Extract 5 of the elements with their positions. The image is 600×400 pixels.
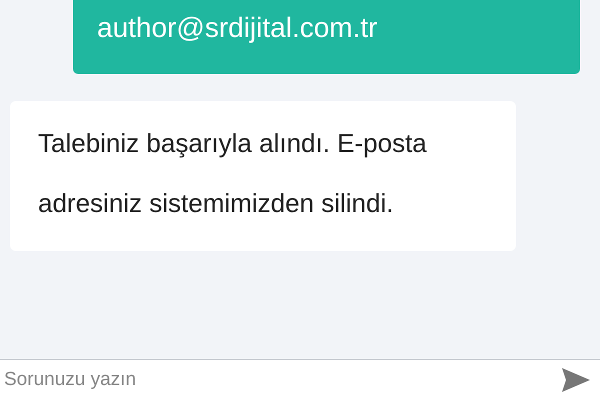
send-icon bbox=[560, 366, 592, 394]
message-input[interactable]: Sorunuzu yazın bbox=[0, 360, 556, 400]
send-button[interactable] bbox=[556, 360, 600, 400]
user-message: author@srdijital.com.tr bbox=[73, 0, 580, 74]
bot-message: Talebiniz başarıyla alındı. E-posta adresiniz sistemimizden silindi. bbox=[10, 101, 516, 251]
